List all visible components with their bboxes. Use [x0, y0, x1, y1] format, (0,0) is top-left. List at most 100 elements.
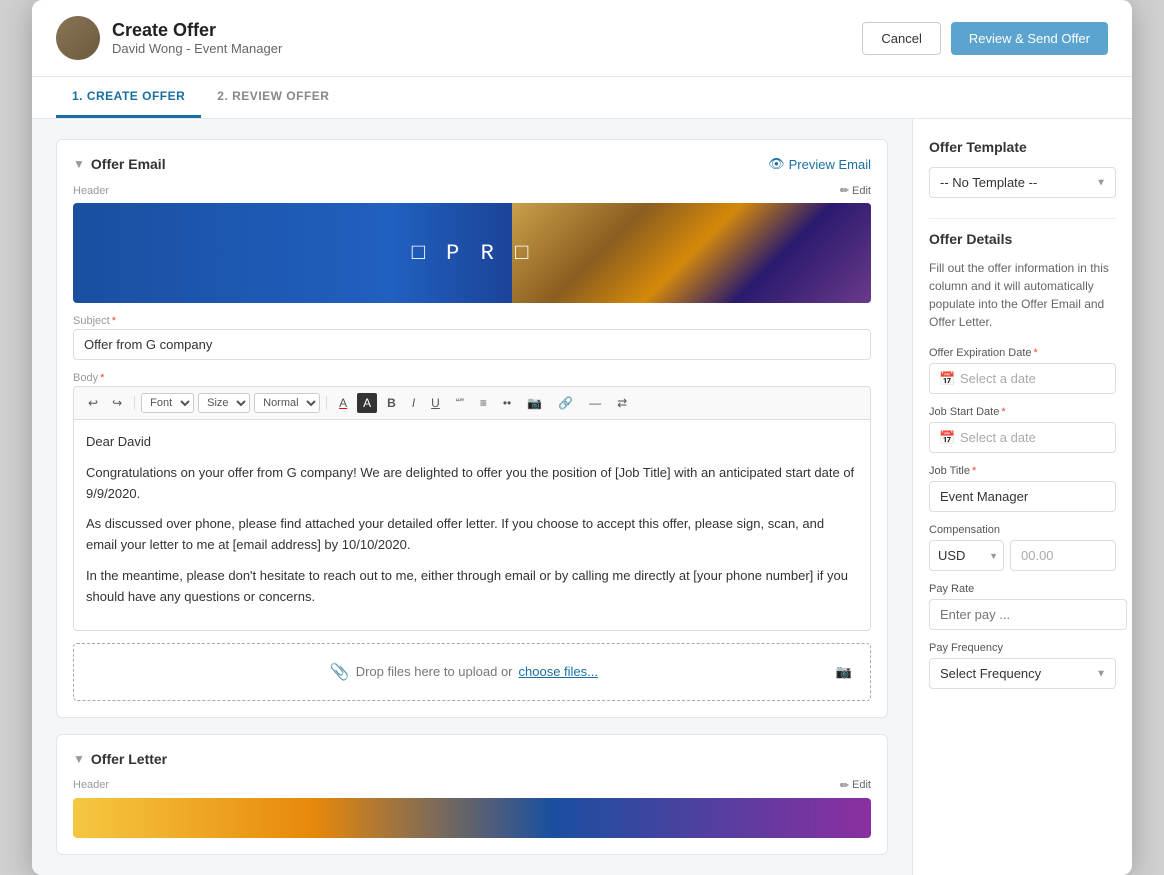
header-edit-button[interactable]: ✏ Edit: [840, 184, 871, 197]
job-title-label: Job Title *: [929, 465, 1116, 477]
job-start-required: *: [1001, 406, 1005, 418]
review-send-button[interactable]: Review & Send Offer: [951, 22, 1108, 55]
job-title-row: Job Title *: [929, 465, 1116, 512]
title-block: Create Offer David Wong - Event Manager: [112, 20, 282, 56]
pay-rate-input[interactable]: [929, 599, 1127, 630]
offer-letter-header: ▼ Offer Letter: [73, 751, 871, 767]
expiration-date-wrapper: 📅: [929, 363, 1116, 394]
offer-details-block: Offer Details Fill out the offer informa…: [929, 231, 1116, 689]
offer-email-title: ▼ Offer Email: [73, 156, 166, 172]
subject-input[interactable]: [73, 329, 871, 360]
size-select[interactable]: Size: [198, 393, 250, 413]
avatar: [56, 16, 100, 60]
font-select[interactable]: Font: [141, 393, 194, 413]
cancel-button[interactable]: Cancel: [862, 22, 940, 55]
offer-letter-edit-button[interactable]: ✏ Edit: [840, 779, 871, 792]
pay-rate-inputs: Choose...: [929, 599, 1116, 630]
compensation-row-wrapper: Compensation USD: [929, 524, 1116, 571]
compensation-amount-input[interactable]: [1010, 540, 1116, 571]
pay-rate-label: Pay Rate: [929, 583, 1116, 595]
underline-button[interactable]: U: [425, 393, 446, 413]
body-label: Body *: [73, 372, 871, 384]
template-select[interactable]: -- No Template --: [929, 167, 1116, 198]
offer-email-section: ▼ Offer Email 👁 Preview Email Header ✏ E…: [56, 139, 888, 718]
link-button[interactable]: 🔗: [552, 393, 579, 413]
toolbar-divider-2: [326, 396, 327, 410]
font-color-button[interactable]: A: [333, 393, 353, 413]
compensation-label: Compensation: [929, 524, 1116, 536]
unordered-list-button[interactable]: ••: [497, 393, 517, 413]
choose-files-link[interactable]: choose files...: [519, 664, 599, 679]
sidebar-divider-1: [929, 218, 1116, 219]
modal-body: ▼ Offer Email 👁 Preview Email Header ✏ E…: [32, 119, 1132, 875]
subject-field-row: Subject *: [73, 315, 871, 360]
modal-header: Create Offer David Wong - Event Manager …: [32, 0, 1132, 77]
avatar-image: [56, 16, 100, 60]
offer-template-block: Offer Template -- No Template --: [929, 139, 1116, 198]
job-start-label: Job Start Date *: [929, 406, 1116, 418]
pay-frequency-select-wrapper: Select Frequency: [929, 658, 1116, 689]
modal-title: Create Offer: [112, 20, 282, 41]
file-drop-zone[interactable]: 📎 Drop files here to upload or choose fi…: [73, 643, 871, 701]
main-content: ▼ Offer Email 👁 Preview Email Header ✏ E…: [32, 119, 912, 875]
ordered-list-button[interactable]: ≡: [474, 393, 493, 413]
currency-wrapper: USD: [929, 540, 1004, 571]
currency-select[interactable]: USD: [929, 540, 1004, 571]
hr-button[interactable]: ―: [583, 393, 607, 413]
bold-button[interactable]: B: [381, 393, 402, 413]
camera-icon[interactable]: 📷: [836, 664, 852, 680]
email-body-editor[interactable]: Dear David Congratulations on your offer…: [73, 419, 871, 631]
job-title-input[interactable]: [929, 481, 1116, 512]
offer-details-title: Offer Details: [929, 231, 1116, 247]
italic-button[interactable]: I: [406, 393, 421, 413]
offer-letter-header-image: [73, 798, 871, 838]
calendar-icon-2: 📅: [939, 430, 955, 446]
job-title-required: *: [972, 465, 976, 477]
image-button[interactable]: 📷: [521, 393, 548, 413]
redo-button[interactable]: ↪: [106, 393, 128, 413]
job-start-date-input[interactable]: [929, 422, 1116, 453]
drop-zone-text: Drop files here to upload or: [356, 664, 513, 679]
job-start-date-row: Job Start Date * 📅: [929, 406, 1116, 453]
expiration-required: *: [1034, 347, 1038, 359]
pay-frequency-select[interactable]: Select Frequency: [929, 658, 1116, 689]
expiration-date-input[interactable]: [929, 363, 1116, 394]
sidebar: Offer Template -- No Template -- Offer D…: [912, 119, 1132, 875]
collapse-icon[interactable]: ▼: [73, 157, 85, 171]
offer-letter-collapse-icon[interactable]: ▼: [73, 752, 85, 766]
header-label: Header: [73, 185, 109, 197]
tabs-bar: 1. CREATE OFFER 2. REVIEW OFFER: [32, 77, 1132, 119]
align-button[interactable]: ⇄: [611, 393, 633, 413]
city-background: [512, 203, 871, 303]
header-actions: Cancel Review & Send Offer: [862, 22, 1108, 55]
tab-create-offer[interactable]: 1. CREATE OFFER: [56, 77, 201, 118]
toolbar-divider-1: [134, 396, 135, 410]
pay-rate-row-wrapper: Pay Rate Choose...: [929, 583, 1116, 630]
expiration-date-row: Offer Expiration Date * 📅: [929, 347, 1116, 394]
subject-label: Subject *: [73, 315, 871, 327]
body-para-1: Dear David: [86, 432, 858, 453]
calendar-icon-1: 📅: [939, 371, 955, 387]
template-select-wrapper: -- No Template --: [929, 167, 1116, 198]
highlight-button[interactable]: A: [357, 393, 377, 413]
tab-review-offer[interactable]: 2. REVIEW OFFER: [201, 77, 345, 118]
blockquote-button[interactable]: “”: [450, 393, 470, 413]
email-header-row: Header ✏ Edit: [73, 184, 871, 197]
modal-container: Create Offer David Wong - Event Manager …: [32, 0, 1132, 875]
offer-letter-header-row: Header ✏ Edit: [73, 779, 871, 792]
job-start-date-wrapper: 📅: [929, 422, 1116, 453]
undo-redo-group: ↩ ↪: [82, 393, 128, 413]
body-field-row: Body * ↩ ↪ Font Size: [73, 372, 871, 631]
body-para-3: As discussed over phone, please find att…: [86, 514, 858, 556]
undo-button[interactable]: ↩: [82, 393, 104, 413]
preview-email-link[interactable]: 👁 Preview Email: [768, 156, 871, 172]
modal-subtitle: David Wong - Event Manager: [112, 41, 282, 56]
body-required: *: [100, 372, 104, 384]
subject-required: *: [112, 315, 116, 327]
format-select[interactable]: Normal: [254, 393, 320, 413]
header-left: Create Offer David Wong - Event Manager: [56, 16, 282, 60]
opro-logo: □ P R □: [412, 241, 532, 266]
compensation-inputs: USD: [929, 540, 1116, 571]
rich-toolbar: ↩ ↪ Font Size Normal: [73, 386, 871, 419]
pay-frequency-row: Pay Frequency Select Frequency: [929, 642, 1116, 689]
